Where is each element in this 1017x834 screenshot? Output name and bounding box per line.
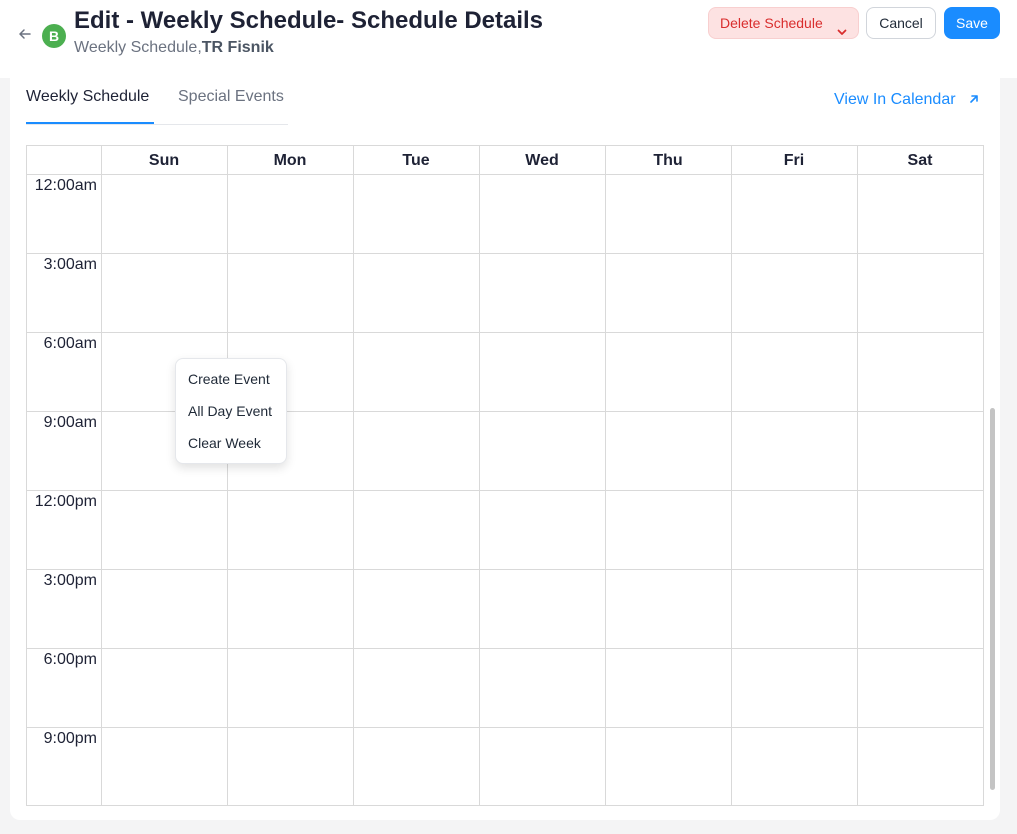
calendar-slot-wed[interactable] bbox=[480, 175, 605, 253]
time-label: 12:00pm bbox=[34, 493, 97, 510]
menu-item-clear-week[interactable]: Clear Week bbox=[188, 435, 261, 451]
menu-item-all-day-event[interactable]: All Day Event bbox=[188, 403, 272, 419]
page-subtitle: Weekly Schedule,TR Fisnik bbox=[74, 39, 274, 57]
calendar-slot-mon[interactable] bbox=[228, 728, 353, 806]
calendar-slot-sun[interactable] bbox=[102, 175, 227, 253]
calendar-slot-fri[interactable] bbox=[732, 570, 857, 648]
calendar-slot-sun[interactable] bbox=[102, 649, 227, 727]
calendar-slot-wed[interactable] bbox=[480, 491, 605, 569]
tab-bar: Weekly Schedule Special Events bbox=[26, 78, 288, 125]
view-in-calendar-link[interactable]: View In Calendar bbox=[834, 91, 980, 110]
calendar-slot-fri[interactable] bbox=[732, 412, 857, 490]
delete-schedule-label: Delete Schedule bbox=[720, 15, 823, 31]
calendar-slot-sat[interactable] bbox=[858, 649, 983, 727]
page-header: B Edit - Weekly Schedule- Schedule Detai… bbox=[0, 0, 1017, 78]
calendar-slot-mon[interactable] bbox=[228, 175, 353, 253]
calendar-slot-thu[interactable] bbox=[606, 333, 731, 411]
day-header-tue: Tue bbox=[402, 152, 430, 169]
day-header-wed: Wed bbox=[525, 152, 559, 169]
time-label: 3:00am bbox=[43, 256, 97, 273]
day-header-sat: Sat bbox=[907, 152, 933, 169]
calendar-slot-tue[interactable] bbox=[354, 570, 479, 648]
save-button[interactable]: Save bbox=[944, 7, 1000, 39]
time-label: 3:00pm bbox=[43, 572, 97, 589]
calendar-slot-sun[interactable] bbox=[102, 728, 227, 806]
calendar-slot-wed[interactable] bbox=[480, 333, 605, 411]
calendar-slot-thu[interactable] bbox=[606, 254, 731, 332]
calendar-slot-wed[interactable] bbox=[480, 254, 605, 332]
calendar-slot-sat[interactable] bbox=[858, 175, 983, 253]
calendar-slot-tue[interactable] bbox=[354, 333, 479, 411]
calendar-slot-tue[interactable] bbox=[354, 491, 479, 569]
calendar-slot-sat[interactable] bbox=[858, 333, 983, 411]
external-link-icon bbox=[968, 92, 980, 110]
back-arrow-icon[interactable] bbox=[18, 27, 34, 43]
calendar-slot-mon[interactable] bbox=[228, 649, 353, 727]
calendar-slot-wed[interactable] bbox=[480, 649, 605, 727]
calendar-slot-fri[interactable] bbox=[732, 649, 857, 727]
calendar-slot-sat[interactable] bbox=[858, 412, 983, 490]
chevron-down-icon bbox=[836, 18, 848, 35]
time-label: 6:00am bbox=[43, 335, 97, 352]
calendar-slot-mon[interactable] bbox=[228, 254, 353, 332]
calendar-slot-sat[interactable] bbox=[858, 728, 983, 806]
calendar-slot-thu[interactable] bbox=[606, 412, 731, 490]
calendar-slot-sun[interactable] bbox=[102, 254, 227, 332]
calendar-slot-tue[interactable] bbox=[354, 412, 479, 490]
calendar-slot-mon[interactable] bbox=[228, 570, 353, 648]
calendar-slot-fri[interactable] bbox=[732, 491, 857, 569]
calendar-slot-thu[interactable] bbox=[606, 491, 731, 569]
calendar-slot-mon[interactable] bbox=[228, 491, 353, 569]
tab-weekly-schedule[interactable]: Weekly Schedule bbox=[26, 88, 149, 106]
avatar: B bbox=[42, 24, 66, 48]
calendar-slot-fri[interactable] bbox=[732, 175, 857, 253]
day-header-sun: Sun bbox=[148, 152, 180, 169]
weekly-calendar-grid: Sun Mon Tue Wed Thu Fri Sat 12:00am 3:00am 6:00am… bbox=[26, 145, 984, 806]
calendar-slot-thu[interactable] bbox=[606, 728, 731, 806]
calendar-slot-wed[interactable] bbox=[480, 412, 605, 490]
calendar-slot-thu[interactable] bbox=[606, 649, 731, 727]
time-label: 9:00am bbox=[43, 414, 97, 431]
context-menu: Create Event All Day Event Clear Week bbox=[175, 358, 287, 464]
subtitle-name: TR Fisnik bbox=[201, 39, 274, 56]
calendar-slot-tue[interactable] bbox=[354, 649, 479, 727]
calendar-slot-tue[interactable] bbox=[354, 254, 479, 332]
calendar-slot-fri[interactable] bbox=[732, 254, 857, 332]
calendar-slot-fri[interactable] bbox=[732, 333, 857, 411]
menu-item-create-event[interactable]: Create Event bbox=[188, 371, 270, 387]
vertical-scrollbar[interactable] bbox=[990, 408, 995, 790]
calendar-slot-thu[interactable] bbox=[606, 175, 731, 253]
time-label: 12:00am bbox=[34, 177, 97, 194]
delete-schedule-button[interactable]: Delete Schedule bbox=[708, 7, 859, 39]
page-title: Edit - Weekly Schedule- Schedule Details bbox=[74, 7, 544, 34]
calendar-slot-sat[interactable] bbox=[858, 254, 983, 332]
time-label: 9:00pm bbox=[43, 730, 97, 747]
schedule-card: Weekly Schedule Special Events View In C… bbox=[10, 78, 1000, 820]
calendar-slot-sun[interactable] bbox=[102, 491, 227, 569]
time-label: 6:00pm bbox=[43, 651, 97, 668]
tab-special-events[interactable]: Special Events bbox=[178, 88, 284, 106]
active-tab-indicator bbox=[26, 122, 154, 124]
day-header-thu: Thu bbox=[653, 152, 683, 169]
day-header-fri: Fri bbox=[783, 152, 805, 169]
calendar-slot-sun[interactable] bbox=[102, 570, 227, 648]
calendar-slot-thu[interactable] bbox=[606, 570, 731, 648]
calendar-slot-tue[interactable] bbox=[354, 728, 479, 806]
day-header-mon: Mon bbox=[273, 152, 307, 169]
view-in-calendar-label: View In Calendar bbox=[834, 91, 956, 108]
calendar-slot-wed[interactable] bbox=[480, 728, 605, 806]
calendar-slot-sat[interactable] bbox=[858, 491, 983, 569]
cancel-button[interactable]: Cancel bbox=[866, 7, 936, 39]
calendar-slot-wed[interactable] bbox=[480, 570, 605, 648]
calendar-slot-sat[interactable] bbox=[858, 570, 983, 648]
calendar-slot-tue[interactable] bbox=[354, 175, 479, 253]
subtitle-prefix: Weekly Schedule, bbox=[74, 39, 202, 56]
calendar-slot-fri[interactable] bbox=[732, 728, 857, 806]
